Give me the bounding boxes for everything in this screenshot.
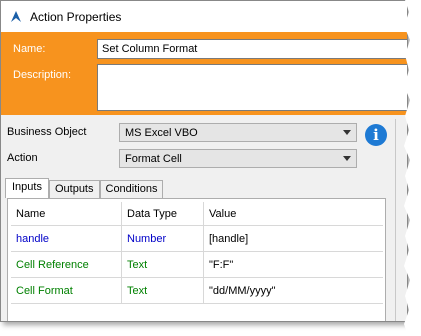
table-row[interactable]: Cell Reference Text "F:F" (11, 252, 383, 278)
table-row[interactable]: Cell Format Text "dd/MM/yyyy" (11, 278, 383, 304)
table-row[interactable]: handle Number [handle] (11, 226, 383, 252)
column-header-name[interactable]: Name (11, 202, 122, 225)
title-bar: Action Properties (1, 1, 407, 32)
tab-outputs[interactable]: Outputs (48, 180, 100, 198)
window-title: Action Properties (30, 9, 122, 24)
action-value: Format Cell (125, 152, 182, 165)
input-type-cell: Text (122, 278, 204, 303)
action-label: Action (7, 152, 38, 164)
torn-edge-decoration (404, 0, 421, 336)
info-icon[interactable]: i (365, 124, 387, 146)
blue-prism-logo-icon (11, 10, 21, 22)
input-type-cell: Text (122, 252, 204, 277)
input-value-cell[interactable]: "F:F" (204, 252, 383, 277)
chevron-down-icon (343, 156, 351, 161)
name-label: Name: (13, 43, 46, 55)
input-value-cell[interactable]: [handle] (204, 226, 383, 251)
description-label: Description: (13, 69, 72, 81)
name-field[interactable] (97, 39, 407, 59)
tab-strip: Inputs Outputs Conditions (5, 178, 164, 198)
input-name-cell: Cell Format (11, 278, 122, 303)
chevron-down-icon (343, 130, 351, 135)
tab-conditions[interactable]: Conditions (99, 180, 164, 198)
input-name-cell: Cell Reference (11, 252, 122, 277)
business-object-value: MS Excel VBO (125, 126, 198, 139)
business-object-label: Business Object (7, 126, 87, 138)
action-dropdown[interactable]: Format Cell (119, 149, 357, 168)
business-object-dropdown[interactable]: MS Excel VBO (119, 123, 357, 142)
input-name-cell: handle (11, 226, 122, 251)
input-type-cell: Number (122, 226, 204, 251)
inputs-panel: Name Data Type Value handle Number [hand… (7, 198, 386, 321)
table-header-row: Name Data Type Value (11, 202, 383, 226)
tab-inputs[interactable]: Inputs (5, 178, 49, 198)
action-properties-window: Action Properties Name: Description: Bus… (0, 0, 408, 322)
inputs-table: Name Data Type Value handle Number [hand… (11, 202, 383, 304)
name-description-panel: Name: Description: (1, 32, 407, 115)
column-header-value[interactable]: Value (204, 202, 383, 225)
column-header-data-type[interactable]: Data Type (122, 202, 204, 225)
description-field[interactable] (97, 64, 407, 111)
input-value-cell[interactable]: "dd/MM/yyyy" (204, 278, 383, 303)
